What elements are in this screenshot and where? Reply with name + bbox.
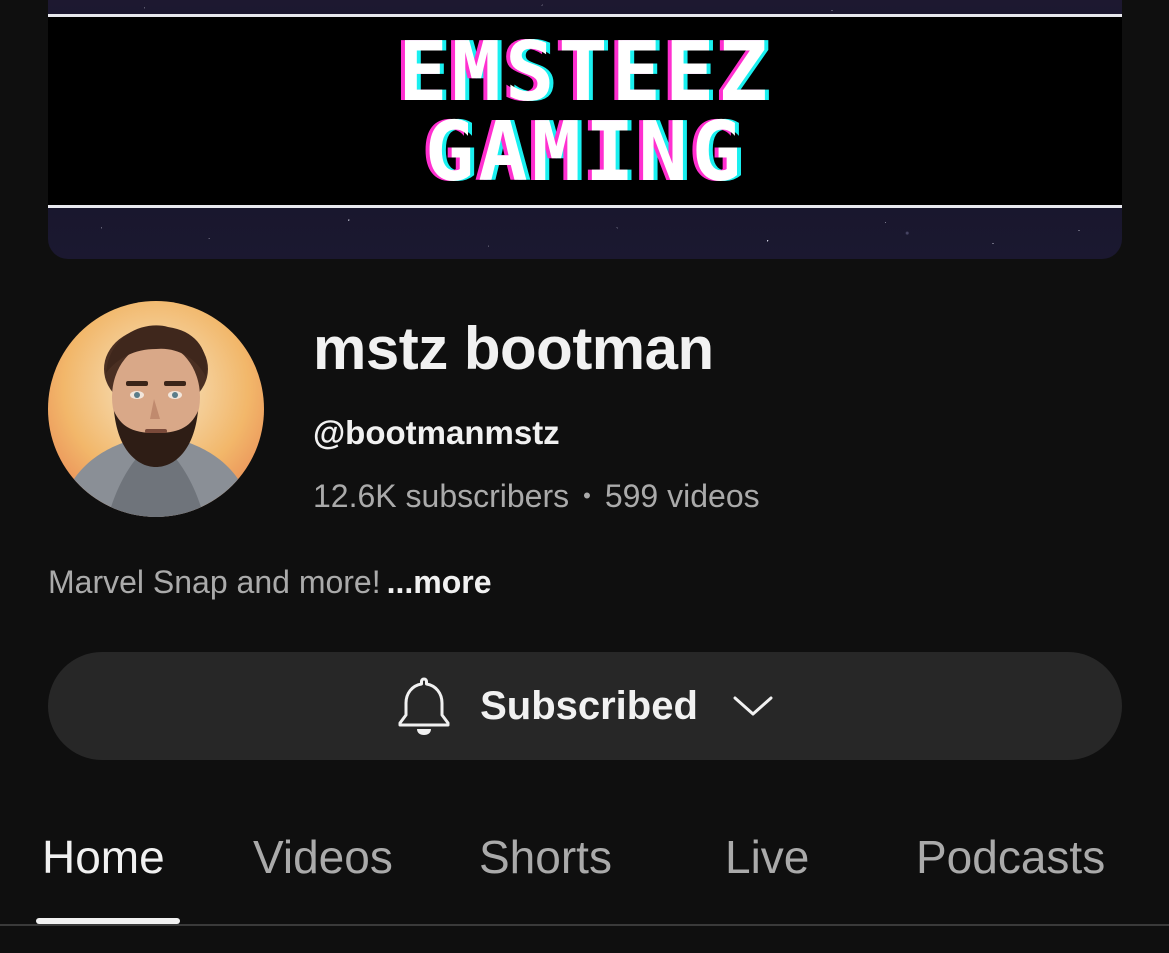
description-text: Marvel Snap and more! [48, 564, 381, 600]
tab-videos[interactable]: Videos [253, 830, 393, 884]
channel-description[interactable]: Marvel Snap and more! ...more [48, 564, 492, 601]
channel-banner: EMSTEEZ GAMING [48, 0, 1122, 259]
tabs-divider [0, 924, 1169, 926]
channel-avatar[interactable] [48, 301, 264, 517]
tab-podcasts[interactable]: Podcasts [916, 830, 1105, 884]
stats-separator: • [583, 483, 591, 508]
tab-shorts[interactable]: Shorts [479, 830, 612, 884]
subscribed-button[interactable]: Subscribed [48, 652, 1122, 760]
banner-title-line1: EMSTEEZ [398, 25, 772, 120]
bell-icon [398, 677, 450, 735]
chevron-down-icon [733, 696, 773, 716]
tab-live[interactable]: Live [725, 830, 809, 884]
channel-page: EMSTEEZ GAMING mstz bootman @bootmanmstz… [0, 0, 1169, 953]
tab-home[interactable]: Home [42, 830, 165, 884]
subscriber-count: 12.6K subscribers [313, 478, 570, 514]
channel-tabs: Home Videos Shorts Live Podcasts [0, 820, 1169, 928]
channel-stats: 12.6K subscribers • 599 videos [313, 478, 760, 515]
video-count: 599 videos [604, 478, 760, 514]
channel-name: mstz bootman [313, 315, 714, 382]
more-link[interactable]: ...more [387, 564, 492, 600]
subscribed-label: Subscribed [480, 683, 698, 728]
channel-handle: @bootmanmstz [313, 414, 560, 451]
banner-title-line2: GAMING [424, 105, 746, 200]
